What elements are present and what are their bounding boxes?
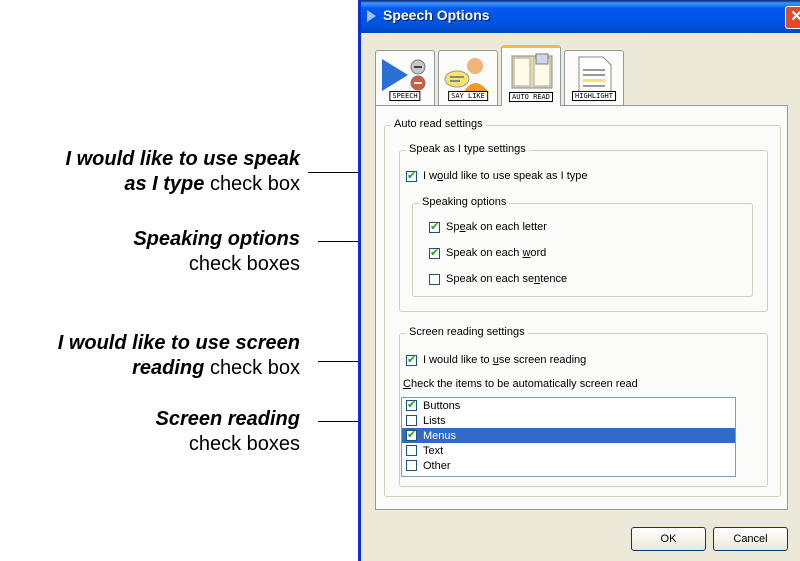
speak-each-sentence-label: Speak on each sentence: [446, 273, 568, 285]
title-bar[interactable]: Speech Options ✕: [361, 0, 800, 33]
speaking-options-legend: Speaking options: [419, 196, 510, 208]
screen-reading-group: Screen reading settings I would like to …: [399, 326, 768, 487]
tab-speech-label: SPEECH: [389, 91, 421, 101]
list-item-text-check[interactable]: [406, 445, 417, 456]
callout-screen-reading-list-bold: Screen reading: [155, 408, 300, 430]
book-icon: [511, 53, 553, 89]
auto-read-panel: Auto read settings Speak as I type setti…: [375, 105, 788, 510]
screen-read-items-list[interactable]: Buttons Lists Menus Text Other: [401, 397, 736, 477]
speak-as-type-legend: Speak as I type settings: [406, 143, 529, 155]
list-item-menus[interactable]: Menus: [402, 428, 735, 443]
screen-reading-check[interactable]: [406, 353, 417, 366]
list-item-other-check[interactable]: [406, 460, 417, 471]
screen-reading-checkbox[interactable]: I would like to use screen reading: [406, 353, 587, 366]
speak-as-type-group: Speak as I type settings I would like to…: [399, 143, 768, 312]
callout-speaking-options-rest: check boxes: [188, 253, 300, 275]
list-item-lists[interactable]: Lists: [402, 413, 735, 428]
speak-each-word-check[interactable]: [429, 246, 440, 259]
tab-auto-read[interactable]: AUTO READ: [501, 45, 561, 106]
speaking-options-group: Speaking options Speak on each letter Sp…: [412, 196, 753, 297]
list-item-buttons[interactable]: Buttons: [402, 398, 735, 413]
speak-each-sentence-check[interactable]: [429, 273, 440, 285]
tab-say-like[interactable]: SAY LIKE: [438, 50, 498, 105]
callout-speaking-options: Speaking options check boxes: [0, 227, 300, 277]
speak-each-sentence-checkbox[interactable]: Speak on each sentence: [429, 273, 567, 285]
tab-speech[interactable]: SPEECH: [375, 50, 435, 105]
speak-each-letter-label: Speak on each letter: [446, 221, 547, 233]
screen-reading-label: I would like to use screen reading: [423, 354, 587, 366]
callout-speak-as-type: I would like to use speak as I type check…: [0, 147, 300, 197]
close-button[interactable]: ✕: [785, 6, 800, 29]
tab-highlight-label: HIGHLIGHT: [572, 91, 616, 101]
callout-screen-reading-list: Screen reading check boxes: [0, 407, 300, 457]
speak-as-type-checkbox[interactable]: I would like to use speak as I type: [406, 169, 588, 182]
callout-screen-reading-cb: I would like to use screen reading check …: [0, 331, 300, 381]
speak-each-letter-check[interactable]: [429, 220, 440, 233]
app-icon: [367, 10, 376, 22]
tab-highlight[interactable]: HIGHLIGHT: [564, 50, 624, 105]
list-item-lists-check[interactable]: [406, 415, 417, 426]
screen-read-items-label: Check the items to be automatically scre…: [403, 378, 638, 390]
speak-each-word-checkbox[interactable]: Speak on each word: [429, 246, 547, 259]
list-item-other[interactable]: Other: [402, 458, 735, 473]
callout-speaking-options-bold: Speaking options: [133, 228, 300, 250]
callout-screen-reading-list-rest: check boxes: [188, 433, 300, 455]
list-item-text[interactable]: Text: [402, 443, 735, 458]
auto-read-settings-group: Auto read settings Speak as I type setti…: [384, 118, 781, 497]
tab-say-like-label: SAY LIKE: [448, 91, 488, 101]
list-item-buttons-check[interactable]: [406, 398, 417, 411]
ok-button[interactable]: OK: [631, 527, 706, 551]
auto-read-settings-legend: Auto read settings: [391, 118, 486, 130]
cancel-button[interactable]: Cancel: [713, 527, 788, 551]
speech-options-window: Speech Options ✕ SPEECH SAY LIKE AUTO RE…: [358, 0, 800, 561]
tab-auto-read-label: AUTO READ: [509, 92, 553, 102]
speak-as-type-label: I would like to use speak as I type: [423, 170, 588, 182]
speak-as-type-check[interactable]: [406, 169, 417, 182]
list-item-menus-check[interactable]: [406, 428, 417, 441]
speak-each-letter-checkbox[interactable]: Speak on each letter: [429, 220, 547, 233]
window-title: Speech Options: [383, 7, 490, 23]
callout-speak-as-type-rest: check box: [209, 173, 300, 195]
screen-reading-legend: Screen reading settings: [406, 326, 528, 338]
callout-screen-reading-rest: check box: [209, 357, 300, 379]
speak-each-word-label: Speak on each word: [446, 247, 547, 259]
